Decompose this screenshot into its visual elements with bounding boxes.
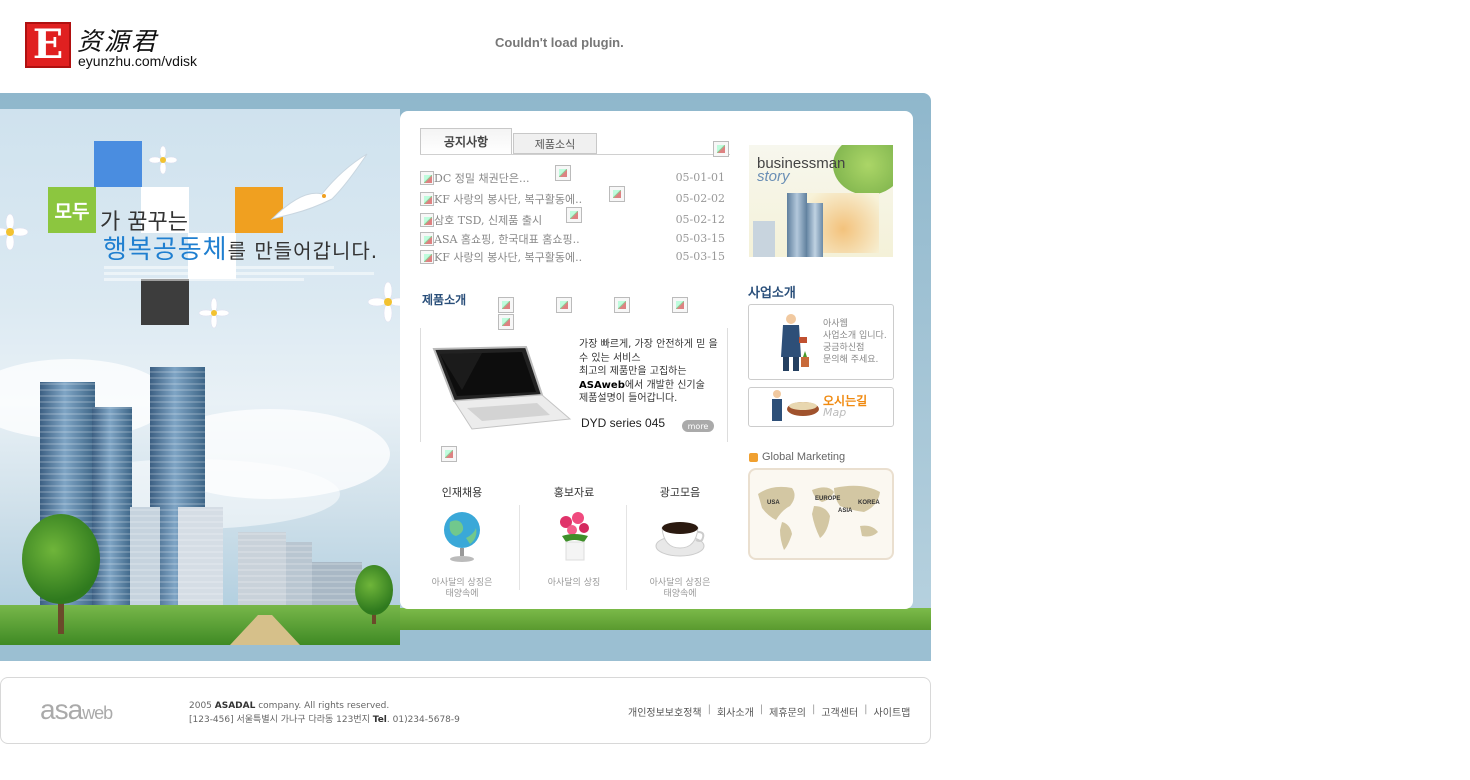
notice-title[interactable]: ASA 홈쇼핑, 한국대표 홈쇼핑..: [434, 231, 580, 247]
building-graphic: [286, 542, 312, 607]
product-thumb-icon[interactable]: [556, 297, 572, 313]
notice-row[interactable]: ASA 홈쇼핑, 한국대표 홈쇼핑.. 05-03-15: [420, 230, 725, 248]
notice-row[interactable]: KF 사랑의 봉사단, 복구활동에.. 05-03-15: [420, 248, 725, 266]
notice-date: 05-03-15: [675, 232, 725, 245]
notice-row[interactable]: DC 정밀 채권단은... 05-01-01: [420, 165, 725, 187]
product-model: DYD series 045: [581, 416, 666, 430]
laptop-icon[interactable]: [432, 345, 572, 430]
notice-title[interactable]: KF 사랑의 봉사단, 복구활동에..: [434, 249, 582, 265]
global-marketing-title: Global Marketing: [749, 451, 845, 463]
footer-link-company[interactable]: 회사소개: [717, 704, 754, 719]
notice-row[interactable]: KF 사랑의 봉사단, 복구활동에.. 05-02-02: [420, 186, 725, 208]
notice-more-icon[interactable]: [713, 140, 729, 157]
notice-title[interactable]: 삼호 TSD, 신제품 출시: [434, 212, 542, 228]
feature-divider: [519, 505, 520, 590]
product-section-title: 제품소개: [422, 293, 467, 307]
building-graphic: [178, 507, 223, 607]
footer-logo[interactable]: asaweb: [40, 694, 113, 726]
logo-url-text: eyunzhu.com/vdisk: [78, 53, 198, 69]
world-map-icon: [758, 485, 880, 550]
world-map[interactable]: USA EUROPE KOREA ASIA: [748, 468, 894, 560]
footer-separator: |: [707, 704, 711, 715]
bullet-icon: [749, 452, 758, 462]
feature-divider: [626, 505, 627, 590]
notice-date: 05-02-02: [675, 192, 725, 205]
tree-graphic: [22, 514, 100, 604]
tab-notice[interactable]: 공지사항: [420, 128, 512, 154]
businessman-story-banner[interactable]: businessman story: [749, 145, 893, 257]
map-button[interactable]: [748, 387, 894, 427]
map-label-usa: USA: [767, 500, 780, 506]
man-bowl-icon: [772, 390, 819, 421]
map-label-korea: KOREA: [858, 500, 880, 506]
slogan-fine-print: [104, 266, 384, 281]
footer-link-sitemap[interactable]: 사이트맵: [874, 704, 911, 719]
map-label-asia: ASIA: [838, 508, 853, 514]
building-graphic: [238, 532, 286, 607]
bullet-icon: [420, 250, 434, 264]
footer-separator: |: [759, 704, 764, 715]
building-graphic: [92, 407, 132, 607]
slogan-modu: 모두: [48, 187, 96, 233]
main-visual: 모두 가 꿈꾸는 행복공동체를 만들어갑니다.: [0, 109, 400, 645]
deco-square-dark: [141, 279, 189, 325]
building-graphic: [130, 507, 160, 607]
flower-icon: [0, 214, 28, 250]
site-logo[interactable]: E 资源君 eyunzhu.com/vdisk: [25, 22, 215, 70]
feature-ads[interactable]: 광고모음 아사달의 상징은 태양속에: [630, 484, 730, 600]
footer-separator: |: [864, 704, 868, 715]
business-intro-text: 아사웹 사업소개 입니다. 궁금하신점 문의해 주세요.: [823, 319, 887, 365]
bullet-icon: [420, 232, 434, 246]
map-label-europe: EUROPE: [815, 496, 841, 502]
notice-title[interactable]: DC 정밀 채권단은...: [434, 170, 529, 186]
globe-icon: [444, 512, 480, 562]
logo-e-mark: E: [25, 22, 71, 68]
flower-pot-icon: [560, 512, 589, 561]
new-badge-icon: [555, 165, 571, 181]
footer-link-partnership[interactable]: 제휴문의: [769, 704, 806, 719]
new-badge-icon: [566, 207, 582, 223]
product-thumb-icon[interactable]: [672, 297, 688, 313]
notice-row[interactable]: 삼호 TSD, 신제품 출시 05-02-12: [420, 207, 725, 229]
footer-copyright: 2005 ASADAL company. All rights reserved…: [189, 701, 460, 725]
footer-separator: |: [811, 704, 816, 715]
grass-strip: [400, 608, 931, 630]
coffee-cup-icon: [655, 522, 705, 557]
tree-graphic: [355, 565, 393, 615]
flower-icon: [198, 297, 230, 329]
notice-date: 05-02-12: [675, 213, 725, 226]
notice-title[interactable]: KF 사랑의 봉사단, 복구활동에..: [434, 191, 582, 207]
flower-icon: [368, 281, 400, 323]
feature-recruit[interactable]: 인재채용 아사달의 상징은 태양속에: [412, 484, 512, 600]
product-bottom-icon: [441, 445, 458, 462]
footer-link-support[interactable]: 고객센터: [821, 704, 858, 719]
deco-square-blue: [94, 141, 142, 187]
map-subtitle: Map: [823, 406, 847, 419]
product-thumb-icon[interactable]: [498, 297, 514, 313]
bullet-icon: [420, 192, 434, 206]
new-badge-icon: [609, 186, 625, 202]
businessman-watering-icon: [781, 314, 809, 371]
flower-icon: [148, 145, 178, 175]
tab-product-news[interactable]: 제품소식: [513, 133, 597, 154]
business-section-title: 사업소개: [748, 286, 796, 301]
seagull-icon: [270, 153, 368, 220]
footer-link-privacy[interactable]: 개인정보보호정책: [628, 704, 702, 719]
notice-date: 05-03-15: [675, 250, 725, 263]
product-description: 가장 빠르게, 가장 안전하게 믿 을 수 있는 서비스 최고의 제품만을 고집…: [579, 339, 718, 404]
bullet-icon: [420, 171, 434, 185]
product-thumb-icon[interactable]: [614, 297, 630, 313]
notice-date: 05-01-01: [675, 171, 725, 184]
feature-promotion[interactable]: 홍보자료 아사달의 상징: [524, 484, 624, 589]
bullet-icon: [420, 213, 434, 227]
tab-divider: [420, 154, 730, 155]
product-more-button[interactable]: more: [682, 420, 714, 432]
plugin-error-message: Couldn't load plugin.: [495, 35, 624, 50]
footer-links: 개인정보보호정책 | 회사소개 | 제휴문의 | 고객센터 | 사이트맵: [628, 704, 910, 719]
slogan-line2: 행복공동체를 만들어갑니다.: [103, 235, 379, 265]
